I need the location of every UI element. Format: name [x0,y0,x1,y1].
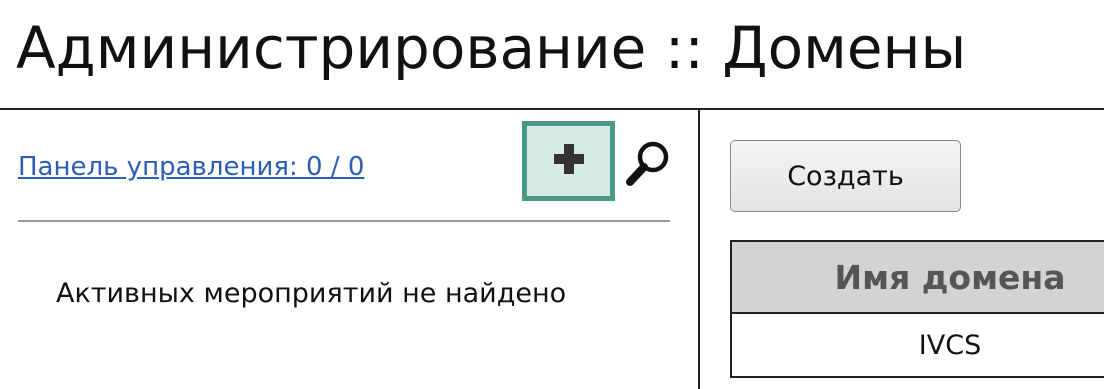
plus-icon [552,142,586,180]
page-title: Администрирование :: Домены [16,14,967,82]
domain-name-cell[interactable]: IVCS [730,312,1104,378]
left-pane-divider [18,220,670,222]
search-button[interactable] [620,138,676,192]
domains-table: Имя домена IVCS [730,240,1104,378]
admin-domains-page: Администрирование :: Домены Панель управ… [0,0,1104,389]
add-button[interactable] [522,121,615,201]
column-header-domain-name[interactable]: Имя домена [730,240,1104,314]
empty-events-message: Активных мероприятий не найдено [56,278,567,309]
title-divider [0,108,1104,110]
magnifier-icon [623,138,673,192]
pane-divider [698,110,700,389]
table-header-row: Имя домена [730,240,1104,314]
table-row[interactable]: IVCS [730,312,1104,378]
create-button[interactable]: Создать [730,140,961,212]
dashboard-link[interactable]: Панель управления: 0 / 0 [18,152,364,182]
